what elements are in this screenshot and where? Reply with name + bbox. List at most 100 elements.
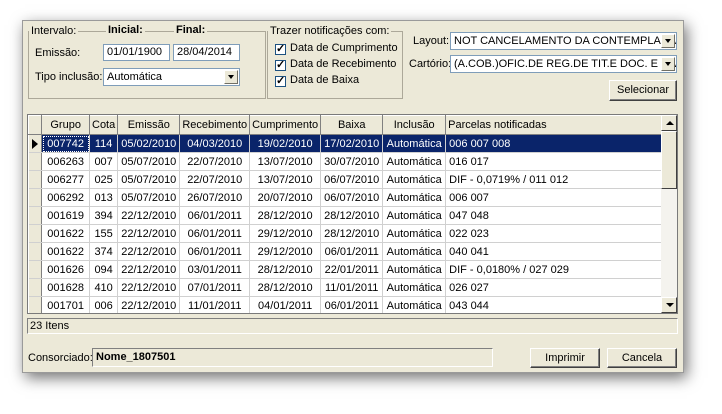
- cell-emissao[interactable]: 22/12/2010: [117, 242, 181, 261]
- cell-grupo[interactable]: 001626: [41, 260, 90, 279]
- row-indicator[interactable]: [28, 170, 43, 189]
- header-baixa[interactable]: Baixa: [320, 115, 384, 135]
- cell-cumprimento[interactable]: 20/07/2010: [249, 188, 322, 207]
- cell-cumprimento[interactable]: 28/12/2010: [249, 260, 322, 279]
- cell-emissao[interactable]: 05/07/2010: [117, 170, 181, 189]
- cell-grupo[interactable]: 006263: [41, 152, 90, 171]
- header-cota[interactable]: Cota: [88, 115, 119, 135]
- chevron-down-icon[interactable]: [224, 70, 238, 84]
- cell-cota[interactable]: 025: [89, 170, 119, 189]
- table-row[interactable]: 001619 394 22/12/2010 06/01/2011 28/12/2010 2…: [28, 206, 677, 225]
- cell-emissao[interactable]: 22/12/2010: [117, 206, 181, 225]
- cell-cota[interactable]: 007: [89, 152, 119, 171]
- cell-cota[interactable]: 006: [89, 296, 119, 313]
- table-row[interactable]: 006263 007 05/07/2010 22/07/2010 13/07/2010 3…: [28, 152, 677, 171]
- imprimir-button[interactable]: Imprimir: [530, 348, 600, 368]
- cell-parcelas[interactable]: 006 007: [445, 188, 677, 207]
- cell-emissao[interactable]: 05/07/2010: [117, 188, 181, 207]
- cell-baixa[interactable]: 30/07/2010: [320, 152, 384, 171]
- header-cumprimento[interactable]: Cumprimento: [249, 115, 322, 135]
- header-inclusao[interactable]: Inclusão: [382, 115, 447, 135]
- table-row[interactable]: 001628 410 22/12/2010 07/01/2011 28/12/2010 1…: [28, 278, 677, 297]
- header-emissao[interactable]: Emissão: [117, 115, 181, 135]
- cancela-button[interactable]: Cancela: [607, 348, 677, 368]
- row-indicator[interactable]: [28, 152, 43, 171]
- current-row-indicator-icon[interactable]: [28, 134, 43, 153]
- cell-cumprimento[interactable]: 28/12/2010: [249, 278, 322, 297]
- row-indicator[interactable]: [28, 224, 43, 243]
- selecionar-button[interactable]: Selecionar: [609, 80, 677, 101]
- cell-cota[interactable]: 094: [89, 260, 119, 279]
- cell-inclusao[interactable]: Automática: [382, 296, 447, 313]
- cell-baixa[interactable]: 17/02/2010: [320, 134, 384, 153]
- cell-inclusao[interactable]: Automática: [382, 224, 447, 243]
- cell-cota[interactable]: 394: [89, 206, 119, 225]
- cell-emissao[interactable]: 22/12/2010: [117, 296, 181, 313]
- scroll-down-icon[interactable]: [661, 297, 677, 313]
- cell-grupo[interactable]: 001628: [41, 278, 90, 297]
- cell-parcelas[interactable]: 022 023: [445, 224, 677, 243]
- cell-grupo[interactable]: 001619: [41, 206, 90, 225]
- vertical-scrollbar[interactable]: [661, 115, 677, 313]
- table-row[interactable]: 001701 006 22/12/2010 11/01/2011 04/01/2011 0…: [28, 296, 677, 313]
- cell-parcelas[interactable]: 016 017: [445, 152, 677, 171]
- cell-grupo[interactable]: 001622: [41, 224, 90, 243]
- baixa-checkbox[interactable]: [275, 74, 286, 87]
- row-indicator[interactable]: [28, 188, 43, 207]
- cell-grupo[interactable]: 001622: [41, 242, 90, 261]
- row-indicator[interactable]: [28, 278, 43, 297]
- table-row[interactable]: 001626 094 22/12/2010 03/01/2011 28/12/2010 2…: [28, 260, 677, 279]
- cell-cumprimento[interactable]: 13/07/2010: [249, 152, 322, 171]
- cell-baixa[interactable]: 28/12/2010: [320, 224, 384, 243]
- table-row[interactable]: 006292 013 05/07/2010 26/07/2010 20/07/2010 0…: [28, 188, 677, 207]
- cell-recebimento[interactable]: 11/01/2011: [179, 296, 251, 313]
- cell-recebimento[interactable]: 03/01/2011: [179, 260, 251, 279]
- cell-inclusao[interactable]: Automática: [382, 152, 447, 171]
- cell-recebimento[interactable]: 04/03/2010: [179, 134, 251, 153]
- cell-inclusao[interactable]: Automática: [382, 170, 447, 189]
- table-row[interactable]: 006277 025 05/07/2010 22/07/2010 13/07/2010 0…: [28, 170, 677, 189]
- cell-emissao[interactable]: 22/12/2010: [117, 260, 181, 279]
- table-row[interactable]: 001622 374 22/12/2010 06/01/2011 29/12/2010 0…: [28, 242, 677, 261]
- cell-baixa[interactable]: 06/07/2010: [320, 170, 384, 189]
- cell-emissao[interactable]: 22/12/2010: [117, 278, 181, 297]
- header-recebimento[interactable]: Recebimento: [179, 115, 251, 135]
- cell-cumprimento[interactable]: 13/07/2010: [249, 170, 322, 189]
- scroll-up-icon[interactable]: [661, 115, 677, 131]
- cumprimento-checkbox[interactable]: [275, 42, 286, 55]
- cell-parcelas[interactable]: 040 041: [445, 242, 677, 261]
- cartorio-select[interactable]: (A.COB.)OFIC.DE REG.DE TIT.E DOC. E CIVI…: [450, 55, 677, 73]
- baixa-label[interactable]: Data de Baixa: [290, 74, 359, 86]
- cell-inclusao[interactable]: Automática: [382, 242, 447, 261]
- tipo-inclusao-select[interactable]: Automática: [103, 68, 240, 86]
- cell-grupo[interactable]: 007742: [41, 134, 90, 153]
- cell-parcelas[interactable]: 026 027: [445, 278, 677, 297]
- cumprimento-label[interactable]: Data de Cumprimento: [290, 42, 398, 54]
- layout-select[interactable]: NOT CANCELAMENTO DA CONTEMPLAÇÃO: [450, 32, 677, 50]
- cell-cota[interactable]: 155: [89, 224, 119, 243]
- cell-cota[interactable]: 410: [89, 278, 119, 297]
- cell-cumprimento[interactable]: 29/12/2010: [249, 224, 322, 243]
- cell-cota[interactable]: 114: [89, 134, 119, 153]
- cell-cota[interactable]: 013: [89, 188, 119, 207]
- chevron-down-icon[interactable]: [661, 34, 675, 48]
- chevron-down-icon[interactable]: [661, 57, 675, 71]
- cell-cumprimento[interactable]: 28/12/2010: [249, 206, 322, 225]
- recebimento-label[interactable]: Data de Recebimento: [290, 58, 396, 70]
- cell-inclusao[interactable]: Automática: [382, 206, 447, 225]
- cell-emissao[interactable]: 05/07/2010: [117, 152, 181, 171]
- recebimento-checkbox[interactable]: [275, 58, 286, 71]
- cell-baixa[interactable]: 11/01/2011: [320, 278, 384, 297]
- cell-baixa[interactable]: 28/12/2010: [320, 206, 384, 225]
- cell-inclusao[interactable]: Automática: [382, 260, 447, 279]
- cell-parcelas[interactable]: DIF - 0,0719% / 011 012: [445, 170, 677, 189]
- cell-cumprimento[interactable]: 04/01/2011: [249, 296, 322, 313]
- cell-parcelas[interactable]: 006 007 008: [445, 134, 677, 153]
- table-row[interactable]: 007742 114 05/02/2010 04/03/2010 19/02/2010 1…: [28, 134, 677, 153]
- cell-recebimento[interactable]: 22/07/2010: [179, 170, 251, 189]
- cell-baixa[interactable]: 06/01/2011: [320, 242, 384, 261]
- cell-grupo[interactable]: 001701: [41, 296, 90, 313]
- cell-cota[interactable]: 374: [89, 242, 119, 261]
- cell-recebimento[interactable]: 07/01/2011: [179, 278, 251, 297]
- cell-inclusao[interactable]: Automática: [382, 278, 447, 297]
